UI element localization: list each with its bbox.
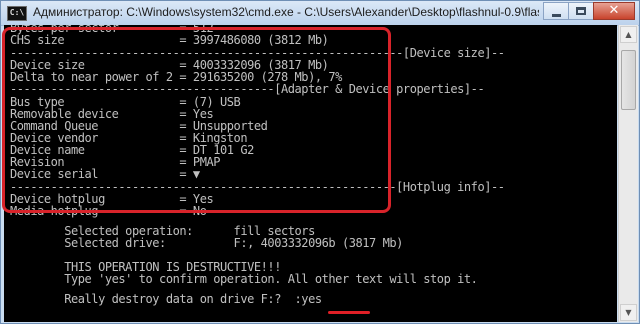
cmd-icon[interactable]: C:\ bbox=[7, 6, 27, 21]
window-title: Администратор: C:\Windows\system32\cmd.e… bbox=[33, 5, 539, 19]
close-button[interactable]: ✕ bbox=[593, 2, 635, 20]
vertical-scrollbar[interactable]: ▲ ▼ bbox=[618, 25, 638, 322]
console-line: Media hotplug = No bbox=[10, 204, 207, 218]
maximize-icon bbox=[576, 7, 586, 15]
confirm-prompt-line[interactable]: Really destroy data on drive F:? :yes bbox=[10, 293, 322, 305]
scroll-down-icon[interactable]: ▼ bbox=[620, 304, 637, 321]
scroll-up-icon[interactable]: ▲ bbox=[620, 26, 637, 43]
minimize-button[interactable] bbox=[543, 2, 569, 20]
console-line: ---------------------------------------[… bbox=[10, 82, 485, 96]
close-icon: ✕ bbox=[608, 3, 620, 18]
maximize-button[interactable] bbox=[568, 2, 594, 20]
title-bar[interactable]: C:\ Администратор: C:\Windows\system32\c… bbox=[1, 1, 639, 26]
scroll-thumb[interactable] bbox=[621, 50, 636, 110]
console-line: CHS size = 3997486080 (3812 Mb) bbox=[10, 33, 329, 47]
minimize-icon bbox=[552, 14, 561, 17]
console-output[interactable]: Bytes per sector = 512 CHS size = 399748… bbox=[4, 25, 617, 322]
console-line: Device serial = ▼ bbox=[10, 167, 200, 181]
yes-input-underline bbox=[328, 311, 370, 314]
confirm-instruction-line: Type 'yes' to confirm operation. All oth… bbox=[10, 272, 478, 286]
selected-drive-line: Selected drive: F:, 4003332096b (3817 Mb… bbox=[10, 236, 403, 250]
cmd-window: C:\ Администратор: C:\Windows\system32\c… bbox=[0, 0, 640, 324]
window-controls: ✕ bbox=[543, 2, 635, 22]
